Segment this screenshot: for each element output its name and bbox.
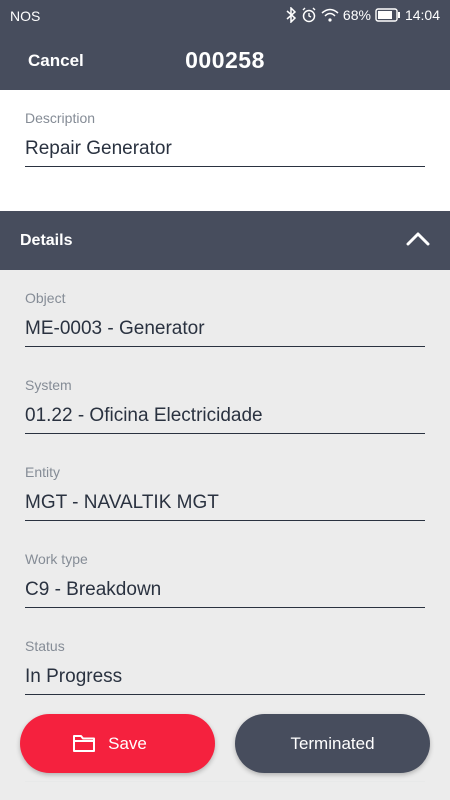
system-field[interactable]: System 01.22 - Oficina Electricidade	[25, 377, 425, 434]
save-button[interactable]: Save	[20, 714, 215, 773]
description-value[interactable]: Repair Generator	[25, 138, 425, 167]
entity-value[interactable]: MGT - NAVALTIK MGT	[25, 492, 425, 521]
details-label: Details	[20, 232, 73, 249]
details-section-header[interactable]: Details	[0, 211, 450, 270]
battery-icon	[375, 8, 401, 22]
object-label: Object	[25, 290, 66, 306]
battery-percent: 68%	[342, 7, 371, 23]
status-bar: NOS 68% 14:04	[0, 0, 450, 32]
terminated-button[interactable]: Terminated	[235, 714, 430, 773]
work-type-field[interactable]: Work type C9 - Breakdown	[25, 551, 425, 608]
status-label: Status	[25, 638, 65, 654]
save-label: Save	[108, 733, 147, 753]
bluetooth-icon	[285, 7, 297, 23]
clock-time: 14:04	[404, 7, 440, 23]
description-label: Description	[25, 110, 96, 126]
alarm-icon	[301, 7, 317, 23]
entity-label: Entity	[25, 464, 61, 480]
app-bar: Cancel 000258	[0, 32, 450, 90]
entity-field[interactable]: Entity MGT - NAVALTIK MGT	[25, 464, 425, 521]
carrier-name: NOS	[10, 8, 41, 24]
object-field[interactable]: Object ME-0003 - Generator	[25, 290, 425, 347]
page-title: 000258	[185, 47, 265, 73]
chevron-up-icon[interactable]	[406, 231, 430, 252]
object-value[interactable]: ME-0003 - Generator	[25, 318, 425, 347]
status-field[interactable]: Status In Progress	[25, 638, 425, 695]
work-type-label: Work type	[25, 551, 88, 567]
folder-icon	[72, 733, 96, 758]
wifi-icon	[321, 8, 339, 22]
system-label: System	[25, 377, 72, 393]
description-section: Description Repair Generator	[0, 90, 450, 211]
status-value[interactable]: In Progress	[25, 666, 425, 695]
description-field[interactable]: Description Repair Generator	[25, 110, 425, 167]
terminated-label: Terminated	[290, 733, 375, 753]
system-value[interactable]: 01.22 - Oficina Electricidade	[25, 405, 425, 434]
work-type-value[interactable]: C9 - Breakdown	[25, 579, 425, 608]
